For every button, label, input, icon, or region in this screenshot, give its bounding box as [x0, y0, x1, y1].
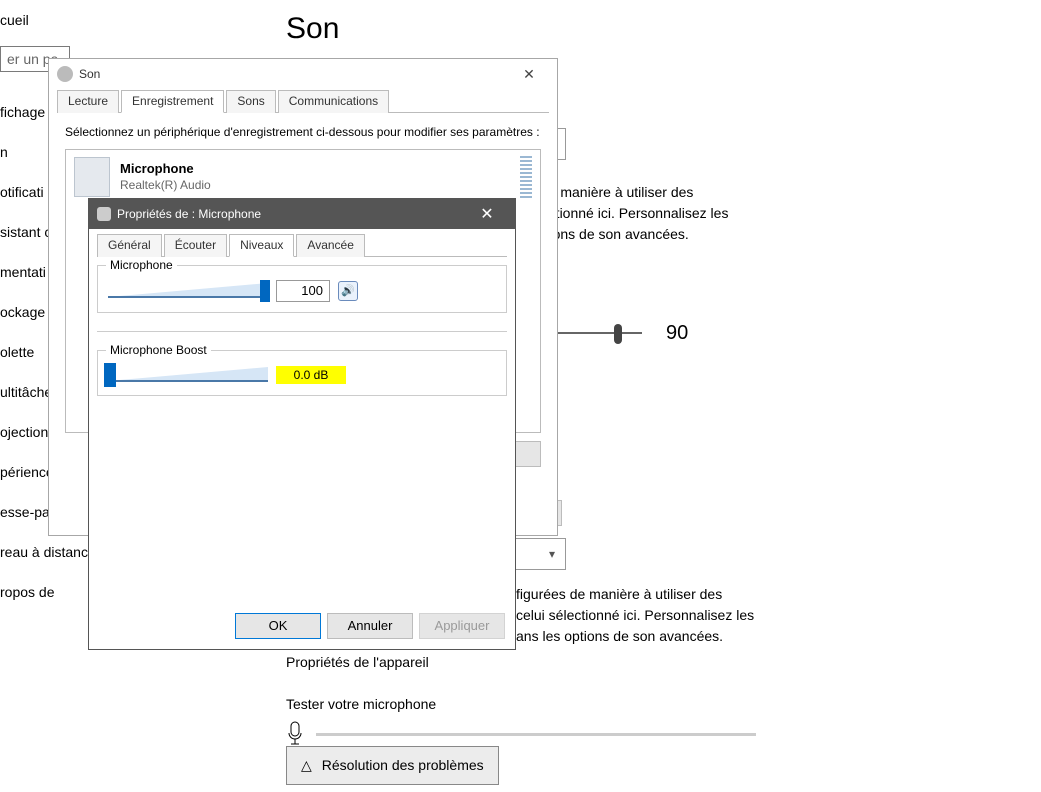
volume-slider-thumb[interactable]: [614, 324, 622, 344]
volume-value: 90: [666, 318, 688, 348]
description-text: ans les options de son avancées.: [516, 626, 1021, 647]
test-mic-label: Tester votre microphone: [286, 694, 1021, 715]
tab-sounds[interactable]: Sons: [226, 90, 275, 113]
cancel-button[interactable]: Annuler: [327, 613, 413, 639]
close-icon: ✕: [523, 66, 535, 83]
description-text: celui sélectionné ici. Personnalisez les: [516, 605, 1021, 626]
description-text: s de manière à utiliser des: [530, 182, 1021, 203]
group-label: Microphone Boost: [106, 343, 211, 357]
mic-level-value[interactable]: 100: [276, 280, 330, 302]
dialog-titlebar[interactable]: Propriétés de : Microphone ✕: [89, 199, 515, 229]
slider-thumb[interactable]: [104, 363, 116, 387]
tab-recording[interactable]: Enregistrement: [121, 90, 224, 113]
speaker-icon[interactable]: 🔊: [338, 281, 358, 301]
dialog-title: Son: [79, 67, 100, 81]
slider-thumb[interactable]: [260, 280, 270, 302]
description-text: électionné ici. Personnalisez les: [530, 203, 1021, 224]
page-title: Son: [286, 12, 339, 46]
dialog-button-row: OK Annuler Appliquer: [235, 613, 505, 639]
level-meter-icon: [520, 156, 532, 198]
tabstrip: Lecture Enregistrement Sons Communicatio…: [57, 89, 549, 113]
instruction-text: Sélectionnez un périphérique d'enregistr…: [57, 113, 549, 149]
mic-level-group: Microphone 100 🔊: [97, 265, 507, 313]
warning-icon: △: [301, 755, 312, 776]
tab-listen[interactable]: Écouter: [164, 234, 227, 257]
mic-level-bar: [316, 733, 756, 736]
mic-boost-slider[interactable]: [108, 365, 268, 385]
dialog-titlebar[interactable]: Son ✕: [49, 59, 557, 89]
mic-boost-value: 0.0 dB: [276, 366, 346, 384]
tabstrip: Général Écouter Niveaux Avancée: [97, 233, 507, 257]
device-subtitle: Realtek(R) Audio: [120, 178, 211, 194]
tab-levels[interactable]: Niveaux: [229, 234, 294, 257]
microphone-icon: [97, 207, 111, 221]
tab-communications[interactable]: Communications: [278, 90, 389, 113]
device-row[interactable]: Microphone Realtek(R) Audio: [66, 150, 540, 204]
apply-button[interactable]: Appliquer: [419, 613, 505, 639]
close-button[interactable]: ✕: [467, 200, 507, 228]
microphone-icon: [286, 721, 304, 747]
close-icon: ✕: [480, 204, 493, 224]
device-name: Microphone: [120, 161, 211, 178]
description-text: figurées de manière à utiliser des: [516, 584, 1021, 605]
troubleshoot-label: Résolution des problèmes: [322, 755, 484, 776]
divider: [97, 331, 507, 332]
tab-general[interactable]: Général: [97, 234, 162, 257]
device-icon: [74, 157, 110, 197]
tab-playback[interactable]: Lecture: [57, 90, 119, 113]
mic-boost-group: Microphone Boost 0.0 dB: [97, 350, 507, 396]
properties-dialog: Propriétés de : Microphone ✕ Général Éco…: [88, 198, 516, 650]
sound-icon: [57, 66, 73, 82]
tab-advanced[interactable]: Avancée: [296, 234, 364, 257]
close-button[interactable]: ✕: [509, 60, 549, 88]
device-properties-link[interactable]: Propriétés de l'appareil: [286, 652, 1021, 673]
ok-button[interactable]: OK: [235, 613, 321, 639]
troubleshoot-button[interactable]: △ Résolution des problèmes: [286, 746, 499, 785]
sidebar-home[interactable]: cueil: [0, 0, 260, 40]
dialog-title: Propriétés de : Microphone: [117, 207, 261, 221]
group-label: Microphone: [106, 258, 177, 272]
chevron-down-icon: ▾: [549, 545, 555, 563]
mic-level-slider[interactable]: [108, 281, 268, 301]
description-text: options de son avancées.: [530, 224, 1021, 245]
